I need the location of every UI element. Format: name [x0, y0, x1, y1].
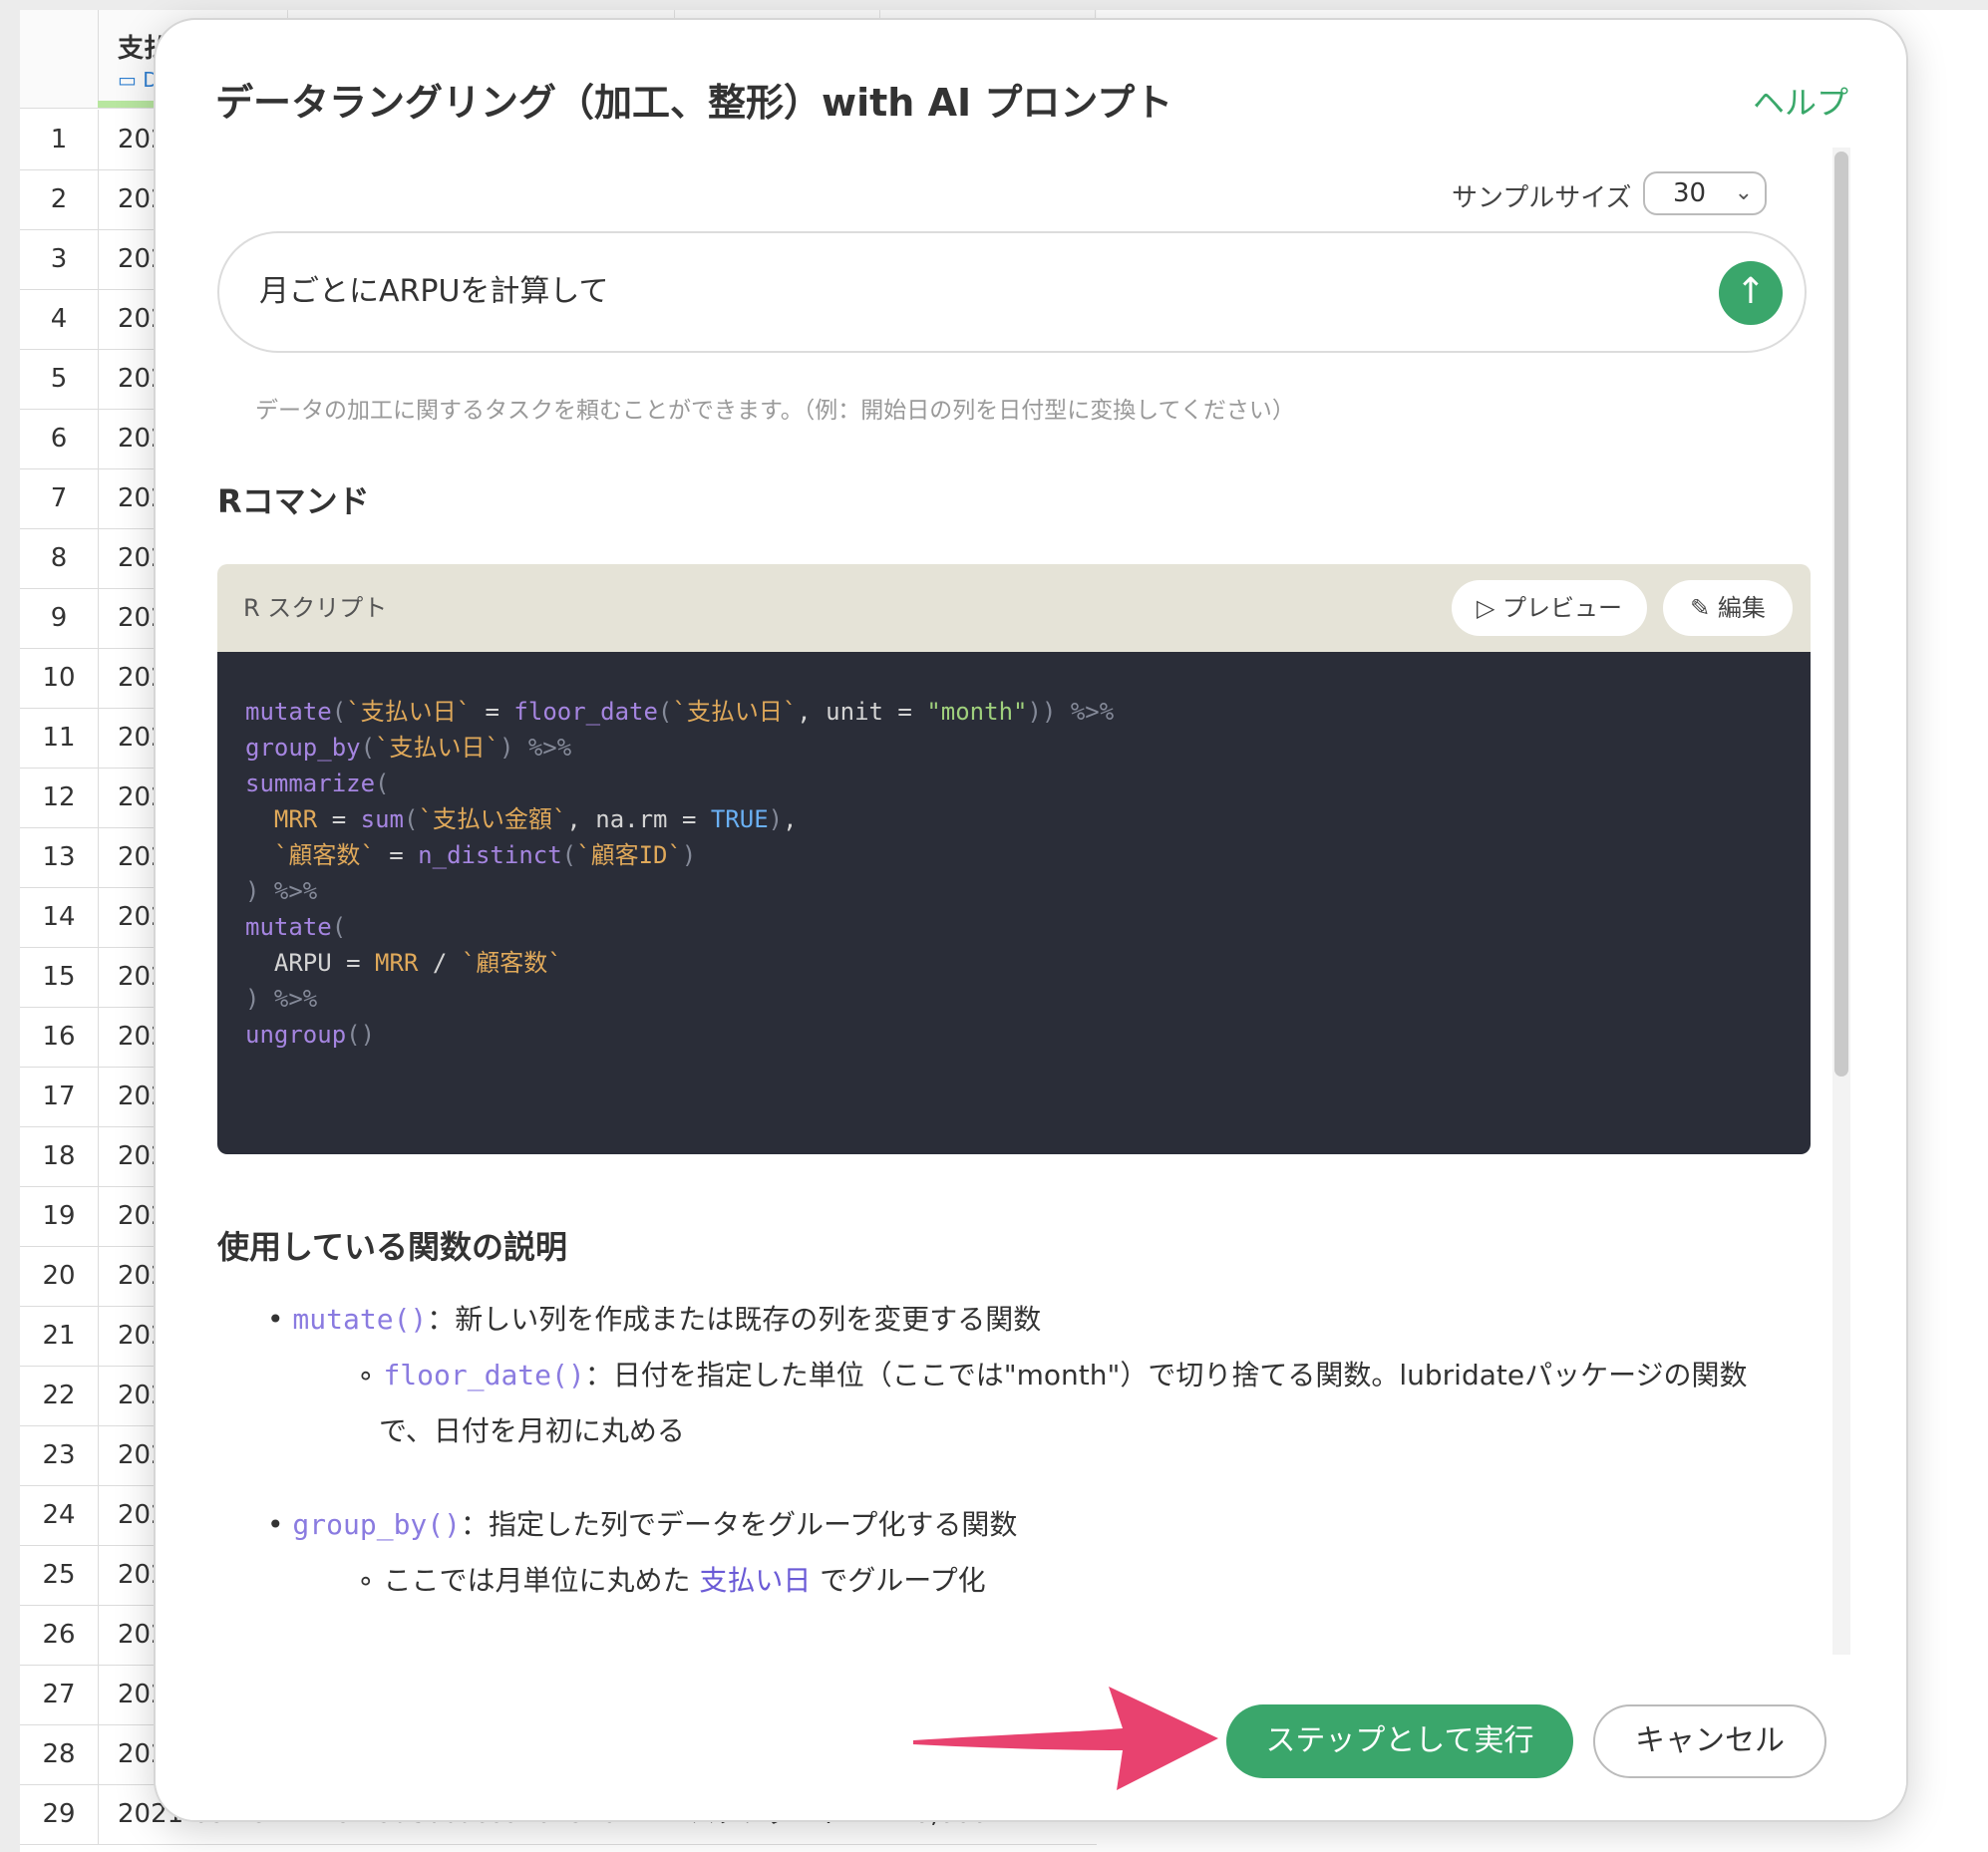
help-link[interactable]: ヘルプ: [1753, 78, 1848, 124]
row-number: 18: [20, 1126, 99, 1186]
row-number: 20: [20, 1246, 99, 1306]
row-number: 28: [20, 1724, 99, 1784]
function-name: group_by(): [292, 1508, 461, 1541]
list-item: • mutate()：新しい列を作成または既存の列を変更する関数: [267, 1303, 1042, 1336]
row-number: 14: [20, 887, 99, 947]
row-number: 8: [20, 528, 99, 588]
dialog-title: データラングリング（加工、整形）with AI プロンプト: [215, 81, 1173, 125]
row-number: 2: [20, 169, 99, 229]
row-number: 24: [20, 1485, 99, 1545]
data-wrangling-ai-dialog: データラングリング（加工、整形）with AI プロンプト ヘルプ サンプルサイ…: [154, 18, 1908, 1822]
functions-title: 使用している関数の説明: [217, 1228, 568, 1266]
row-number: 10: [20, 648, 99, 708]
r-script-header: R スクリプト ▷ プレビュー ✎ 編集: [217, 564, 1811, 652]
list-item: ∘ floor_date()：日付を指定した単位（ここでは"month"）で切り…: [357, 1359, 1748, 1391]
calendar-icon: ▭: [118, 68, 137, 92]
chevron-down-icon: ⌄: [1734, 180, 1753, 205]
prompt-hint: データの加工に関するタスクを頼むことができます。（例：開始日の列を日付型に変換し…: [255, 398, 1295, 424]
edit-button[interactable]: ✎ 編集: [1663, 580, 1793, 636]
row-number: 15: [20, 947, 99, 1007]
list-item: ∘ ここでは月単位に丸めた 支払い日 でグループ化: [357, 1564, 986, 1597]
play-icon: ▷: [1476, 594, 1495, 622]
arrow-up-icon: ↑: [1735, 271, 1767, 312]
sample-size-value: 30: [1673, 178, 1707, 208]
row-number: 13: [20, 827, 99, 887]
row-number: 25: [20, 1545, 99, 1605]
scrollbar-thumb[interactable]: [1834, 152, 1848, 1077]
list-item-continuation: で、日付を月初に丸める: [379, 1414, 685, 1447]
code-line: ARPU = MRR / `顧客数`: [245, 949, 562, 977]
prompt-text[interactable]: 月ごとにARPUを計算して: [259, 233, 609, 351]
code-line: summarize(: [245, 770, 390, 797]
code-line: ungroup(): [245, 1021, 376, 1049]
row-number: 19: [20, 1186, 99, 1246]
list-item: • group_by()：指定した列でデータをグループ化する関数: [267, 1508, 1018, 1541]
sample-size-select[interactable]: 30 ⌄: [1643, 171, 1767, 215]
row-number: 26: [20, 1605, 99, 1665]
run-as-step-button[interactable]: ステップとして実行: [1226, 1704, 1573, 1778]
row-number: 22: [20, 1366, 99, 1425]
code-line: mutate(: [245, 913, 347, 941]
code-line: MRR = sum(`支払い金額`, na.rm = TRUE),: [273, 805, 798, 833]
code-line: `顧客数` = n_distinct(`顧客ID`): [273, 841, 697, 869]
column-reference: 支払い日: [699, 1564, 812, 1597]
sample-size-label: サンプルサイズ: [1452, 183, 1632, 213]
code-line: mutate(`支払い日` = floor_date(`支払い日`, unit …: [245, 698, 1115, 726]
row-number: 3: [20, 229, 99, 289]
code-block: mutate(`支払い日` = floor_date(`支払い日`, unit …: [245, 694, 1114, 1053]
row-number: 21: [20, 1306, 99, 1366]
code-line: ) %>%: [245, 985, 318, 1013]
prompt-input[interactable]: 月ごとにARPUを計算して ↑: [217, 231, 1807, 353]
row-number: 27: [20, 1665, 99, 1724]
row-number: 4: [20, 289, 99, 349]
row-number: 23: [20, 1425, 99, 1485]
row-number: 17: [20, 1067, 99, 1126]
row-number: 7: [20, 468, 99, 528]
row-number-header: [20, 10, 99, 108]
r-command-title: Rコマンド: [217, 482, 370, 520]
code-line: ) %>%: [245, 877, 318, 905]
r-script-code[interactable]: mutate(`支払い日` = floor_date(`支払い日`, unit …: [217, 652, 1811, 1154]
edit-icon: ✎: [1690, 594, 1711, 622]
send-button[interactable]: ↑: [1719, 261, 1783, 325]
function-name: mutate(): [292, 1303, 428, 1336]
cancel-button[interactable]: キャンセル: [1593, 1704, 1826, 1778]
row-number: 12: [20, 768, 99, 827]
row-number: 5: [20, 349, 99, 409]
preview-button[interactable]: ▷ プレビュー: [1452, 580, 1647, 636]
row-number: 6: [20, 409, 99, 468]
row-number: 1: [20, 110, 99, 169]
row-number: 16: [20, 1007, 99, 1067]
function-name: floor_date(): [383, 1359, 585, 1391]
annotation-arrow: [913, 1687, 1218, 1790]
code-line: group_by(`支払い日`) %>%: [245, 734, 572, 762]
r-script-label: R スクリプト: [243, 594, 388, 622]
row-number: 9: [20, 588, 99, 648]
row-number: 11: [20, 708, 99, 768]
r-script-panel: R スクリプト ▷ プレビュー ✎ 編集 mutate(`支払い日` = flo…: [217, 564, 1811, 1154]
row-number: 29: [20, 1784, 99, 1844]
